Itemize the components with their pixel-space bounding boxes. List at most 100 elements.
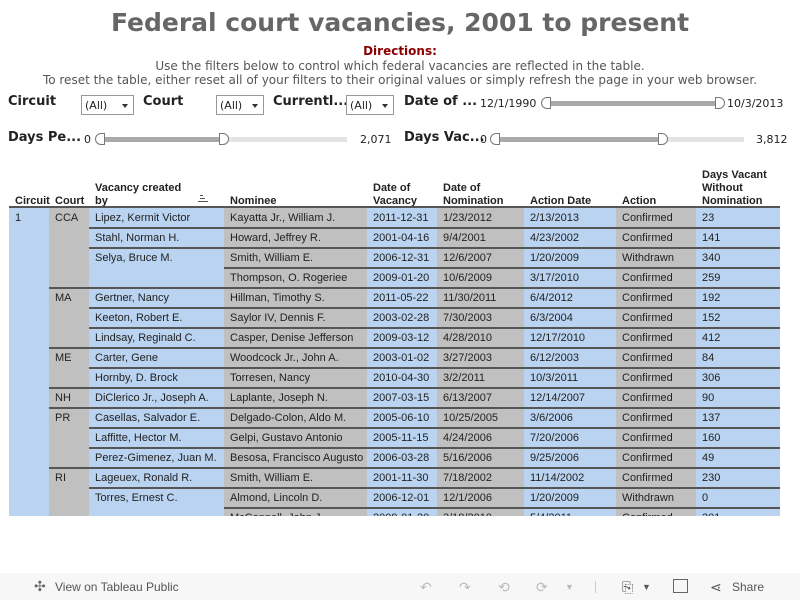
date-slider-min-handle[interactable] [541,97,551,109]
vacancy-created-by-cell[interactable]: Selya, Bruce M. [89,248,173,264]
court-cell[interactable]: RI [49,468,66,484]
date-of-vacancy-cell[interactable]: 2011-05-22 [367,288,428,304]
fullscreen-icon[interactable] [673,579,688,593]
vacancy-created-by-cell[interactable]: Lindsay, Reginald C. [89,328,196,344]
date-of-vacancy-cell[interactable]: 2009-01-20 [367,508,429,516]
date-of-vacancy-cell[interactable]: 2006-03-28 [367,448,429,464]
date-of-vacancy-cell[interactable]: 2009-03-12 [367,328,429,344]
header-days-vacant[interactable]: Days Vacant Without Nomination [702,169,777,208]
days-vacant-cell[interactable]: 84 [696,348,714,364]
sort-icon[interactable] [198,195,208,203]
action-date-cell[interactable]: 6/4/2012 [524,288,573,304]
days-vacant-cell[interactable]: 306 [696,368,720,384]
action-date-cell[interactable]: 6/12/2003 [524,348,579,364]
header-vacancy-created-by[interactable]: Vacancy created by [95,182,195,208]
vacancy-created-by-cell[interactable]: Hornby, D. Brock [89,368,178,384]
date-of-nomination-cell[interactable]: 3/18/2010 [437,508,492,516]
refresh-dropdown-icon[interactable]: ▼ [565,582,574,592]
days-vacant-cell[interactable]: 90 [696,388,714,404]
vacancy-created-by-cell[interactable]: Carter, Gene [89,348,158,364]
action-cell[interactable]: Confirmed [616,368,673,384]
download-icon[interactable]: ⎘ [622,579,633,596]
nominee-cell[interactable]: Delgado-Colon, Aldo M. [224,408,346,424]
date-of-vacancy-cell[interactable]: 2006-12-31 [367,248,429,264]
action-cell[interactable]: Confirmed [616,228,673,244]
date-of-vacancy-cell[interactable]: 2001-11-30 [367,468,428,484]
action-date-cell[interactable]: 3/17/2010 [524,268,579,284]
date-of-nomination-cell[interactable]: 3/2/2011 [437,368,485,384]
header-date-of-nomination[interactable]: Date of Nomination [443,182,518,208]
days-vacant-cell[interactable]: 49 [696,448,714,464]
date-of-vacancy-cell[interactable]: 2006-12-01 [367,488,429,504]
days-vacant-cell[interactable]: 301 [696,508,720,516]
days-vacant-slider[interactable] [490,133,744,145]
date-of-vacancy-cell[interactable]: 2011-12-31 [367,208,428,224]
date-of-nomination-cell[interactable]: 6/13/2007 [437,388,492,404]
vacancy-created-by-cell[interactable]: Gertner, Nancy [89,288,169,304]
days-vacant-cell[interactable]: 192 [696,288,720,304]
vacancy-created-by-cell[interactable]: Lageuex, Ronald R. [89,468,192,484]
action-cell[interactable]: Confirmed [616,348,673,364]
days-vacant-cell[interactable]: 0 [696,488,708,504]
circuit-filter-dropdown[interactable]: (All) [81,95,134,115]
action-date-cell[interactable]: 1/20/2009 [524,488,579,504]
vacancy-created-by-cell[interactable]: DiClerico Jr., Joseph A. [89,388,209,404]
nominee-cell[interactable]: Kayatta Jr., William J. [224,208,335,224]
days-vacant-cell[interactable]: 259 [696,268,720,284]
date-of-nomination-cell[interactable]: 11/30/2011 [437,288,496,304]
date-filter-slider[interactable] [541,97,725,109]
header-date-of-vacancy[interactable]: Date of Vacancy [373,182,433,208]
days-pending-min-handle[interactable] [95,133,105,145]
days-vacant-cell[interactable]: 412 [696,328,720,344]
action-cell[interactable]: Confirmed [616,388,673,404]
date-of-vacancy-cell[interactable]: 2007-03-15 [367,388,429,404]
date-of-nomination-cell[interactable]: 3/27/2003 [437,348,492,364]
action-cell[interactable]: Confirmed [616,288,673,304]
days-vacant-max-handle[interactable] [657,133,668,145]
action-date-cell[interactable]: 11/14/2002 [524,468,584,484]
date-of-nomination-cell[interactable]: 9/4/2001 [437,228,486,244]
court-cell[interactable]: MA [49,288,72,304]
action-date-cell[interactable]: 12/14/2007 [524,388,585,404]
action-date-cell[interactable]: 9/25/2006 [524,448,579,464]
date-of-vacancy-cell[interactable]: 2005-06-10 [367,408,429,424]
action-date-cell[interactable]: 3/6/2006 [524,408,573,424]
court-cell[interactable]: CCA [49,208,78,224]
date-of-vacancy-cell[interactable]: 2001-04-16 [367,228,429,244]
days-pending-slider[interactable] [95,133,347,145]
action-date-cell[interactable]: 12/17/2010 [524,328,585,344]
nominee-cell[interactable]: Hillman, Timothy S. [224,288,325,304]
nominee-cell[interactable]: McConnell, John J. [224,508,324,516]
view-on-tableau-link[interactable]: View on Tableau Public [55,580,179,594]
currently-filter-dropdown[interactable]: (All) [346,95,394,115]
redo-icon[interactable]: ↷ [459,579,471,596]
date-slider-max-handle[interactable] [715,97,725,109]
date-of-vacancy-cell[interactable]: 2003-01-02 [367,348,429,364]
nominee-cell[interactable]: Woodcock Jr., John A. [224,348,339,364]
date-of-nomination-cell[interactable]: 12/1/2006 [437,488,492,504]
action-cell[interactable]: Confirmed [616,448,673,464]
vacancy-created-by-cell[interactable]: Casellas, Salvador E. [89,408,200,424]
date-of-nomination-cell[interactable]: 7/30/2003 [437,308,492,324]
nominee-cell[interactable]: Smith, William E. [224,248,313,264]
date-of-nomination-cell[interactable]: 10/25/2005 [437,408,498,424]
court-cell[interactable]: NH [49,388,71,404]
nominee-cell[interactable]: Saylor IV, Dennis F. [224,308,326,324]
action-cell[interactable]: Confirmed [616,328,673,344]
action-cell[interactable]: Confirmed [616,408,673,424]
circuit-cell[interactable]: 1 [9,208,21,224]
nominee-cell[interactable]: Laplante, Joseph N. [224,388,328,404]
action-cell[interactable]: Confirmed [616,428,673,444]
days-vacant-cell[interactable]: 141 [696,228,720,244]
days-vacant-cell[interactable]: 152 [696,308,720,324]
refresh-icon[interactable]: ⟳ [536,579,548,596]
action-date-cell[interactable]: 1/20/2009 [524,248,579,264]
date-of-vacancy-cell[interactable]: 2009-01-20 [367,268,429,284]
vacancy-created-by-cell[interactable]: Lipez, Kermit Victor [89,208,190,224]
nominee-cell[interactable]: Smith, William E. [224,468,313,484]
court-cell[interactable]: ME [49,348,72,364]
nominee-cell[interactable]: Almond, Lincoln D. [224,488,322,504]
revert-icon[interactable]: ⟲ [498,579,510,596]
action-date-cell[interactable]: 5/4/2011 [524,508,572,516]
download-dropdown-icon[interactable]: ▼ [642,582,651,592]
